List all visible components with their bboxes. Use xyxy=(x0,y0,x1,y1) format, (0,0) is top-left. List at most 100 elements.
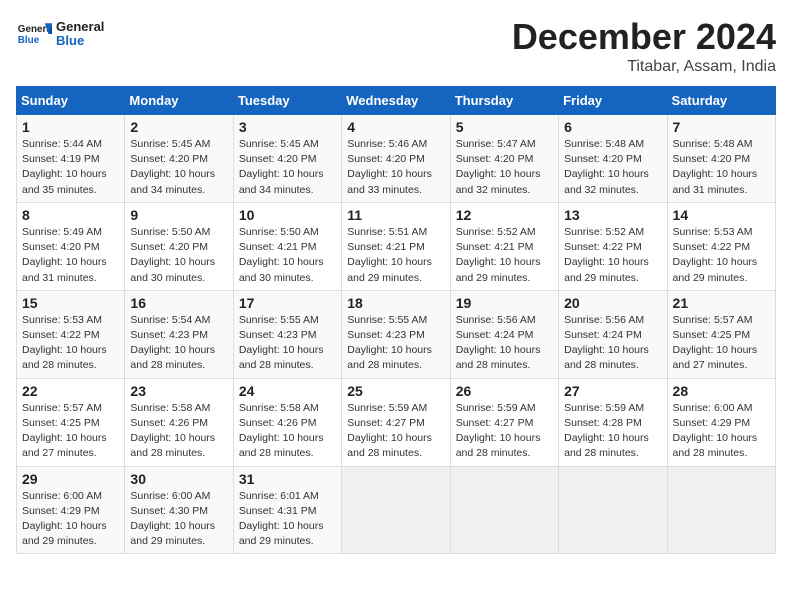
day-cell: 5Sunrise: 5:47 AM Sunset: 4:20 PM Daylig… xyxy=(450,115,558,203)
day-number: 17 xyxy=(239,295,336,311)
day-cell: 15 Sunrise: 5:53 AM Sunset: 4:22 PM Dayli… xyxy=(17,290,125,378)
day-cell: 12Sunrise: 5:52 AM Sunset: 4:21 PM Dayli… xyxy=(450,202,558,290)
col-header-tuesday: Tuesday xyxy=(233,87,341,115)
day-detail: Sunrise: 5:59 AM Sunset: 4:27 PM Dayligh… xyxy=(347,401,444,462)
day-cell: 20Sunrise: 5:56 AM Sunset: 4:24 PM Dayli… xyxy=(559,290,667,378)
day-number: 12 xyxy=(456,207,553,223)
day-cell: 11 Sunrise: 5:51 AM Sunset: 4:21 PM Dayli… xyxy=(342,202,450,290)
day-detail: Sunrise: 6:00 AM Sunset: 4:29 PM Dayligh… xyxy=(22,489,119,550)
col-header-saturday: Saturday xyxy=(667,87,775,115)
col-header-sunday: Sunday xyxy=(17,87,125,115)
day-number: 11 xyxy=(347,207,444,223)
day-cell: 26 Sunrise: 5:59 AM Sunset: 4:27 PM Dayli… xyxy=(450,378,558,466)
day-detail: Sunrise: 5:50 AM Sunset: 4:20 PM Dayligh… xyxy=(130,225,227,286)
day-cell: 24 Sunrise: 5:58 AM Sunset: 4:26 PM Dayli… xyxy=(233,378,341,466)
day-number: 1 xyxy=(22,119,119,135)
day-cell xyxy=(559,466,667,554)
col-header-monday: Monday xyxy=(125,87,233,115)
week-row-3: 15 Sunrise: 5:53 AM Sunset: 4:22 PM Dayli… xyxy=(17,290,776,378)
month-title: December 2024 xyxy=(512,16,776,58)
day-number: 29 xyxy=(22,471,119,487)
day-cell: 21Sunrise: 5:57 AM Sunset: 4:25 PM Dayli… xyxy=(667,290,775,378)
day-detail: Sunrise: 6:00 AM Sunset: 4:29 PM Dayligh… xyxy=(673,401,770,462)
day-number: 8 xyxy=(22,207,119,223)
logo-icon: General Blue xyxy=(16,16,52,52)
week-row-2: 8 Sunrise: 5:49 AM Sunset: 4:20 PM Daylig… xyxy=(17,202,776,290)
col-header-friday: Friday xyxy=(559,87,667,115)
day-cell xyxy=(450,466,558,554)
title-block: December 2024 Titabar, Assam, India xyxy=(512,16,776,76)
day-detail: Sunrise: 5:57 AM Sunset: 4:25 PM Dayligh… xyxy=(22,401,119,462)
day-cell: 22Sunrise: 5:57 AM Sunset: 4:25 PM Dayli… xyxy=(17,378,125,466)
day-cell: 27 Sunrise: 5:59 AM Sunset: 4:28 PM Dayli… xyxy=(559,378,667,466)
day-detail: Sunrise: 5:49 AM Sunset: 4:20 PM Dayligh… xyxy=(22,225,119,286)
col-header-thursday: Thursday xyxy=(450,87,558,115)
day-cell: 13Sunrise: 5:52 AM Sunset: 4:22 PM Dayli… xyxy=(559,202,667,290)
calendar-header-row: SundayMondayTuesdayWednesdayThursdayFrid… xyxy=(17,87,776,115)
day-detail: Sunrise: 5:48 AM Sunset: 4:20 PM Dayligh… xyxy=(673,137,770,198)
week-row-1: 1 Sunrise: 5:44 AM Sunset: 4:19 PM Daylig… xyxy=(17,115,776,203)
day-number: 28 xyxy=(673,383,770,399)
day-cell: 10 Sunrise: 5:50 AM Sunset: 4:21 PM Dayli… xyxy=(233,202,341,290)
day-cell: 28 Sunrise: 6:00 AM Sunset: 4:29 PM Dayli… xyxy=(667,378,775,466)
day-cell: 4 Sunrise: 5:46 AM Sunset: 4:20 PM Daylig… xyxy=(342,115,450,203)
day-number: 14 xyxy=(673,207,770,223)
day-number: 23 xyxy=(130,383,227,399)
day-cell: 25 Sunrise: 5:59 AM Sunset: 4:27 PM Dayli… xyxy=(342,378,450,466)
day-detail: Sunrise: 5:59 AM Sunset: 4:28 PM Dayligh… xyxy=(564,401,661,462)
day-detail: Sunrise: 5:50 AM Sunset: 4:21 PM Dayligh… xyxy=(239,225,336,286)
day-number: 3 xyxy=(239,119,336,135)
calendar-table: SundayMondayTuesdayWednesdayThursdayFrid… xyxy=(16,86,776,554)
day-detail: Sunrise: 5:53 AM Sunset: 4:22 PM Dayligh… xyxy=(673,225,770,286)
day-detail: Sunrise: 5:46 AM Sunset: 4:20 PM Dayligh… xyxy=(347,137,444,198)
week-row-5: 29 Sunrise: 6:00 AM Sunset: 4:29 PM Dayli… xyxy=(17,466,776,554)
day-number: 25 xyxy=(347,383,444,399)
day-detail: Sunrise: 5:44 AM Sunset: 4:19 PM Dayligh… xyxy=(22,137,119,198)
day-number: 5 xyxy=(456,119,553,135)
day-number: 27 xyxy=(564,383,661,399)
day-cell: 1 Sunrise: 5:44 AM Sunset: 4:19 PM Daylig… xyxy=(17,115,125,203)
day-cell: 14 Sunrise: 5:53 AM Sunset: 4:22 PM Dayli… xyxy=(667,202,775,290)
day-cell xyxy=(667,466,775,554)
day-cell: 8 Sunrise: 5:49 AM Sunset: 4:20 PM Daylig… xyxy=(17,202,125,290)
page-header: General Blue General Blue December 2024 … xyxy=(16,16,776,76)
day-detail: Sunrise: 5:52 AM Sunset: 4:22 PM Dayligh… xyxy=(564,225,661,286)
col-header-wednesday: Wednesday xyxy=(342,87,450,115)
day-cell: 16Sunrise: 5:54 AM Sunset: 4:23 PM Dayli… xyxy=(125,290,233,378)
day-cell: 19 Sunrise: 5:56 AM Sunset: 4:24 PM Dayli… xyxy=(450,290,558,378)
day-detail: Sunrise: 5:51 AM Sunset: 4:21 PM Dayligh… xyxy=(347,225,444,286)
day-number: 18 xyxy=(347,295,444,311)
day-detail: Sunrise: 5:48 AM Sunset: 4:20 PM Dayligh… xyxy=(564,137,661,198)
day-cell: 23Sunrise: 5:58 AM Sunset: 4:26 PM Dayli… xyxy=(125,378,233,466)
day-cell: 29 Sunrise: 6:00 AM Sunset: 4:29 PM Dayli… xyxy=(17,466,125,554)
day-number: 7 xyxy=(673,119,770,135)
week-row-4: 22Sunrise: 5:57 AM Sunset: 4:25 PM Dayli… xyxy=(17,378,776,466)
day-detail: Sunrise: 5:56 AM Sunset: 4:24 PM Dayligh… xyxy=(456,313,553,374)
day-number: 26 xyxy=(456,383,553,399)
day-number: 15 xyxy=(22,295,119,311)
day-cell xyxy=(342,466,450,554)
day-detail: Sunrise: 5:57 AM Sunset: 4:25 PM Dayligh… xyxy=(673,313,770,374)
day-number: 9 xyxy=(130,207,227,223)
day-number: 20 xyxy=(564,295,661,311)
day-cell: 3 Sunrise: 5:45 AM Sunset: 4:20 PM Daylig… xyxy=(233,115,341,203)
day-detail: Sunrise: 5:59 AM Sunset: 4:27 PM Dayligh… xyxy=(456,401,553,462)
day-number: 10 xyxy=(239,207,336,223)
day-cell: 18 Sunrise: 5:55 AM Sunset: 4:23 PM Dayli… xyxy=(342,290,450,378)
day-number: 2 xyxy=(130,119,227,135)
day-number: 16 xyxy=(130,295,227,311)
day-cell: 31Sunrise: 6:01 AM Sunset: 4:31 PM Dayli… xyxy=(233,466,341,554)
day-cell: 7 Sunrise: 5:48 AM Sunset: 4:20 PM Daylig… xyxy=(667,115,775,203)
day-number: 4 xyxy=(347,119,444,135)
day-detail: Sunrise: 5:45 AM Sunset: 4:20 PM Dayligh… xyxy=(239,137,336,198)
day-cell: 17 Sunrise: 5:55 AM Sunset: 4:23 PM Dayli… xyxy=(233,290,341,378)
day-detail: Sunrise: 5:55 AM Sunset: 4:23 PM Dayligh… xyxy=(239,313,336,374)
day-cell: 2Sunrise: 5:45 AM Sunset: 4:20 PM Daylig… xyxy=(125,115,233,203)
day-detail: Sunrise: 6:00 AM Sunset: 4:30 PM Dayligh… xyxy=(130,489,227,550)
day-number: 24 xyxy=(239,383,336,399)
day-detail: Sunrise: 5:55 AM Sunset: 4:23 PM Dayligh… xyxy=(347,313,444,374)
day-detail: Sunrise: 5:58 AM Sunset: 4:26 PM Dayligh… xyxy=(239,401,336,462)
day-cell: 6Sunrise: 5:48 AM Sunset: 4:20 PM Daylig… xyxy=(559,115,667,203)
day-detail: Sunrise: 5:53 AM Sunset: 4:22 PM Dayligh… xyxy=(22,313,119,374)
day-number: 19 xyxy=(456,295,553,311)
